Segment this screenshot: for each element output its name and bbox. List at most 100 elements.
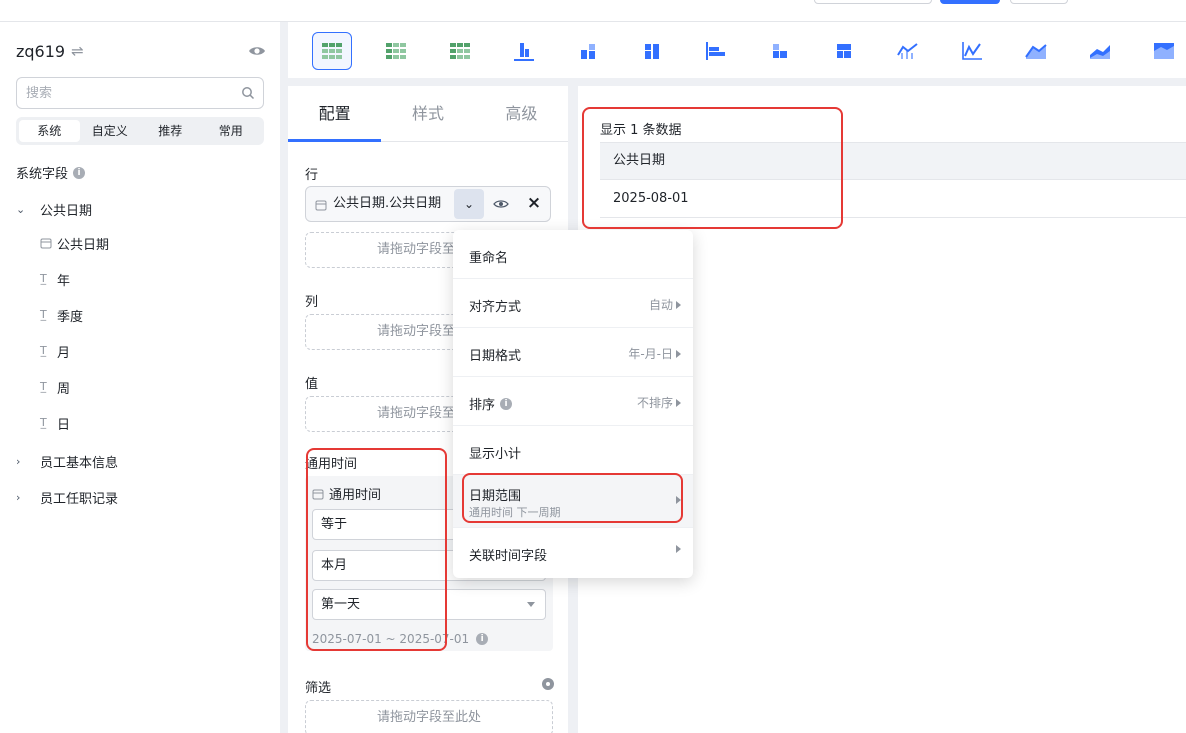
chart-type-stacked-area[interactable]: [1080, 32, 1120, 70]
tab-style[interactable]: 样式: [381, 86, 474, 141]
common-time-label: 通用时间: [305, 457, 358, 472]
line-chart-icon: [962, 42, 982, 60]
header-button[interactable]: [814, 0, 932, 4]
info-icon: i: [500, 397, 513, 410]
system-fields-title: 系统字段 i: [16, 163, 86, 182]
filter-label: 筛选: [305, 681, 332, 696]
chart-type-column[interactable]: [504, 32, 544, 70]
segment-frequent[interactable]: 常用: [201, 120, 262, 142]
search-icon: [242, 87, 255, 100]
table-icon: [322, 43, 342, 59]
chart-type-line-column[interactable]: [888, 32, 928, 70]
row-field-name: 公共日期.公共日期: [333, 196, 442, 211]
stacked-bar-icon: [773, 44, 787, 58]
chart-type-table[interactable]: [312, 32, 352, 70]
menu-item-rename[interactable]: 重命名: [453, 230, 693, 279]
calendar-icon: [312, 489, 324, 499]
config-tabs: 配置 样式 高级: [288, 86, 568, 142]
column-label: 列: [305, 295, 319, 310]
segment-recommended[interactable]: 推荐: [140, 120, 201, 142]
matrix-table-icon: [450, 43, 470, 59]
info-icon[interactable]: i: [476, 633, 489, 645]
chart-type-bar[interactable]: [696, 32, 736, 70]
chart-type-stacked-bar[interactable]: [760, 32, 800, 70]
tab-config[interactable]: 配置: [288, 86, 382, 142]
tree-leaf-month[interactable]: T̲ 月: [40, 338, 260, 364]
chart-type-stacked-column[interactable]: [568, 32, 608, 70]
menu-item-date-format[interactable]: 日期格式 年-月-日: [453, 328, 693, 377]
chart-type-grouped-bar[interactable]: [824, 32, 864, 70]
field-search-box: [16, 77, 264, 109]
chart-type-toolbar: [288, 22, 1186, 78]
tree-leaf-day[interactable]: T̲ 日: [40, 410, 260, 436]
header-primary-button[interactable]: [940, 0, 1000, 4]
chart-type-cross-table[interactable]: [376, 32, 416, 70]
chart-type-grouped-column[interactable]: [632, 32, 672, 70]
chevron-right-icon[interactable]: ›: [16, 455, 32, 468]
bar-chart-icon: [706, 42, 725, 60]
caret-right-icon: [676, 545, 681, 553]
text-type-icon: T̲: [40, 272, 47, 285]
hide-field-icon[interactable]: [493, 196, 509, 212]
tree-leaf-quarter[interactable]: T̲ 季度: [40, 302, 260, 328]
grouped-bar-icon: [837, 44, 851, 58]
text-type-icon: T̲: [40, 308, 47, 321]
datasource-row: zq619 ⇌: [16, 40, 266, 62]
eye-icon[interactable]: [248, 42, 266, 60]
value-label: 值: [305, 377, 319, 392]
top-header-strip: [0, 0, 1186, 22]
text-type-icon: T̲: [40, 344, 47, 357]
tree-group-common-date[interactable]: ⌄ 公共日期: [16, 196, 266, 222]
date-range-subtext: 通用时间 下一周期: [469, 506, 561, 519]
tree-leaf-year[interactable]: T̲ 年: [40, 266, 260, 292]
filter-drop-zone[interactable]: 请拖动字段至此处: [305, 700, 553, 733]
calendar-icon: [315, 200, 327, 211]
switch-datasource-icon[interactable]: ⇌: [71, 42, 84, 60]
tab-advanced[interactable]: 高级: [475, 86, 568, 141]
stacked-area-icon: [1090, 45, 1110, 59]
menu-item-date-range[interactable]: 日期范围 通用时间 下一周期: [453, 475, 693, 528]
text-type-icon: T̲: [40, 380, 47, 393]
header-button[interactable]: [1010, 0, 1068, 4]
field-search-input[interactable]: [17, 78, 217, 108]
area-chart-icon: [1025, 44, 1047, 59]
tree-leaf-week[interactable]: T̲ 周: [40, 374, 260, 400]
cross-table-icon: [386, 43, 406, 59]
row-label: 行: [305, 168, 319, 183]
caret-down-icon: [527, 602, 535, 607]
row-field-pill[interactable]: 公共日期.公共日期 ⌄ ×: [305, 186, 551, 222]
caret-right-icon: [676, 300, 681, 309]
segment-system[interactable]: 系统: [19, 120, 80, 142]
tree-leaf-common-date[interactable]: 公共日期: [40, 230, 260, 256]
filter-settings-icon[interactable]: [542, 678, 554, 690]
caret-right-icon: [676, 398, 681, 407]
text-type-icon: T̲: [40, 416, 47, 429]
tree-group-employee-job[interactable]: › 员工任职记录: [16, 484, 266, 510]
segment-custom[interactable]: 自定义: [80, 120, 141, 142]
stacked-column-icon: [581, 44, 595, 59]
field-category-segment: 系统 自定义 推荐 常用: [16, 117, 264, 145]
chevron-down-icon[interactable]: ⌄: [454, 189, 484, 219]
menu-item-alignment[interactable]: 对齐方式 自动: [453, 279, 693, 328]
close-icon[interactable]: ×: [524, 193, 544, 213]
time-anchor-select[interactable]: 第一天: [312, 589, 546, 620]
menu-item-link-time-field[interactable]: 关联时间字段: [453, 528, 693, 577]
tree-group-employee-basic[interactable]: › 员工基本信息: [16, 448, 266, 474]
caret-right-icon: [676, 349, 681, 358]
table-cell: 2025-08-01: [600, 180, 1186, 218]
time-range-text: 2025-07-01 ~ 2025-07-01 i: [312, 632, 489, 646]
chart-type-percent-area[interactable]: [1144, 32, 1184, 70]
percent-area-icon: [1154, 43, 1174, 59]
menu-item-sort[interactable]: 排序 i 不排序: [453, 377, 693, 426]
chart-type-line[interactable]: [952, 32, 992, 70]
table-header-cell[interactable]: 公共日期: [600, 142, 1186, 180]
chevron-right-icon[interactable]: ›: [16, 491, 32, 504]
common-time-field: 通用时间: [312, 484, 381, 503]
info-icon[interactable]: i: [73, 166, 86, 179]
column-chart-icon: [514, 43, 534, 61]
grouped-column-icon: [645, 44, 659, 59]
chart-type-matrix-table[interactable]: [440, 32, 480, 70]
chart-type-area[interactable]: [1016, 32, 1056, 70]
chevron-down-icon[interactable]: ⌄: [16, 203, 32, 216]
menu-item-show-subtotal[interactable]: 显示小计: [453, 426, 693, 475]
